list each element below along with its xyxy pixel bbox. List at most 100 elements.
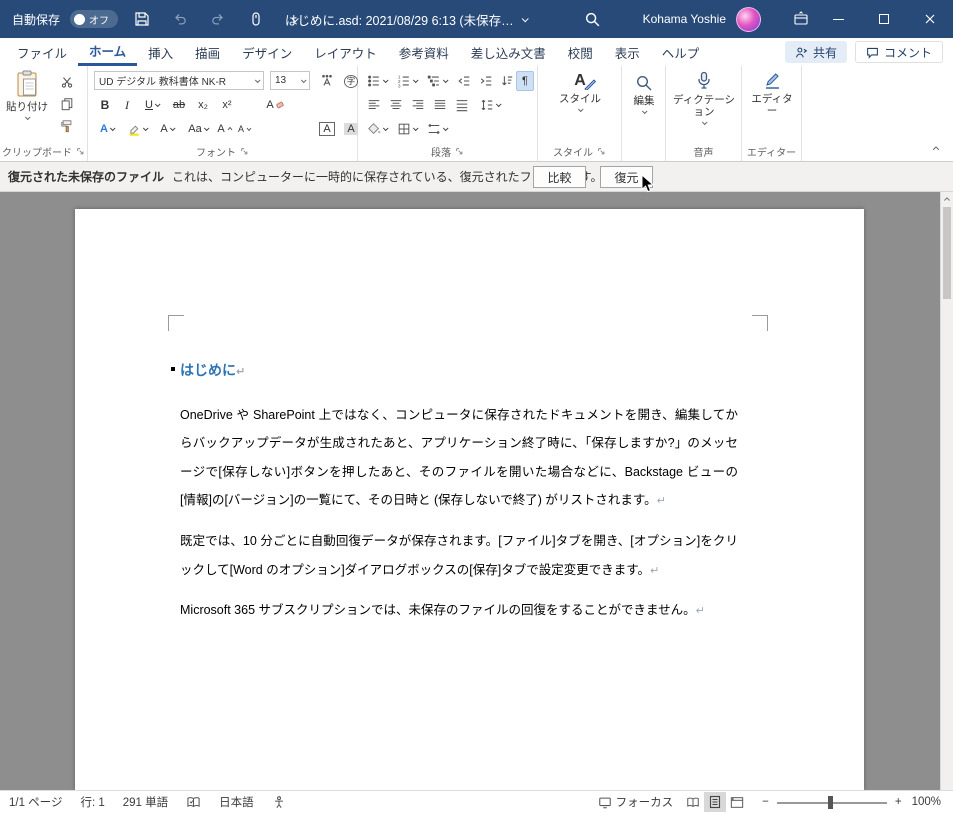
font-color-button[interactable]: A [154, 119, 180, 139]
tab-layout[interactable]: レイアウト [303, 38, 388, 66]
font-name-select[interactable]: UD デジタル 教科書体 NK-R [94, 71, 264, 90]
sort-button[interactable] [498, 71, 516, 91]
redo-button[interactable] [204, 5, 232, 33]
tab-review[interactable]: 校閲 [557, 38, 604, 66]
change-case-button[interactable]: Aa [184, 119, 212, 139]
accessibility-status[interactable] [263, 795, 295, 809]
touch-mouse-mode-button[interactable] [242, 5, 270, 33]
align-center-button[interactable] [386, 95, 406, 115]
paragraph[interactable]: Microsoft 365 サブスクリプションでは、未保存のファイルの回復をする… [180, 596, 738, 625]
align-left-button[interactable] [364, 95, 384, 115]
align-right-button[interactable] [408, 95, 428, 115]
editing-button[interactable]: 編集 [625, 74, 663, 115]
language-status[interactable]: 日本語 [210, 794, 263, 810]
maximize-button[interactable] [861, 0, 907, 38]
copy-button[interactable] [56, 94, 78, 114]
dialog-launcher-icon[interactable] [597, 147, 606, 156]
paste-button[interactable]: 貼り付け [4, 70, 50, 121]
comments-button[interactable]: コメント [854, 41, 943, 63]
share-button[interactable]: 共有 [784, 41, 847, 63]
increase-indent-button[interactable] [476, 71, 496, 91]
dialog-launcher-icon[interactable] [76, 147, 85, 156]
vertical-scrollbar[interactable] [940, 192, 953, 790]
minimize-button[interactable] [815, 0, 861, 38]
borders-button[interactable] [394, 119, 420, 139]
tab-home[interactable]: ホーム [78, 38, 138, 66]
cut-button[interactable] [56, 72, 78, 92]
bullets-button[interactable] [364, 71, 390, 91]
tab-draw[interactable]: 描画 [184, 38, 231, 66]
subscript-button[interactable]: x₂ [192, 95, 214, 115]
compare-button[interactable]: 比較 [533, 166, 586, 188]
text-effects-button[interactable]: A [94, 119, 120, 139]
clear-formatting-button[interactable]: A [264, 95, 286, 115]
close-button[interactable] [907, 0, 953, 38]
multilevel-list-button[interactable] [424, 71, 450, 91]
save-button[interactable] [128, 5, 156, 33]
styles-button[interactable]: A スタイル [546, 72, 614, 113]
grow-font-button[interactable]: A [216, 119, 234, 139]
scroll-up-button[interactable] [941, 192, 953, 206]
shading-button[interactable] [364, 119, 390, 139]
search-button[interactable] [578, 5, 606, 33]
avatar[interactable] [736, 6, 761, 32]
tab-references[interactable]: 参考資料 [388, 38, 460, 66]
tab-insert[interactable]: 挿入 [137, 38, 184, 66]
document-body[interactable]: OneDrive や SharePoint 上ではなく、コンピュータに保存された… [180, 401, 738, 637]
tab-view[interactable]: 表示 [604, 38, 651, 66]
shrink-font-button[interactable]: A [236, 119, 254, 139]
show-formatting-marks-button[interactable]: ¶ [516, 71, 534, 91]
word-count-status[interactable]: 291 単語 [114, 794, 177, 810]
justify-button[interactable] [430, 95, 450, 115]
font-size-select[interactable]: 13 [270, 71, 310, 90]
underline-button[interactable]: U [138, 95, 166, 115]
read-mode-button[interactable] [682, 792, 704, 812]
paragraph-text: OneDrive や SharePoint 上ではなく、コンピュータに保存された… [180, 408, 738, 508]
decrease-indent-button[interactable] [454, 71, 474, 91]
zoom-slider[interactable] [776, 792, 887, 812]
collapse-ribbon-button[interactable] [927, 140, 945, 155]
tab-design[interactable]: デザイン [231, 38, 303, 66]
numbering-button[interactable]: 123 [394, 71, 420, 91]
document-title[interactable]: はじめに.asd: 2021/08/29 6:13 (未保存… [285, 0, 529, 38]
tab-file[interactable]: ファイル [6, 38, 78, 66]
line-spacing-button[interactable] [476, 95, 504, 115]
print-layout-button[interactable] [704, 792, 727, 812]
paragraph[interactable]: 既定では、10 分ごとに自動回復データが保存されます。[ファイル]タブを開き、[… [180, 527, 738, 585]
format-painter-button[interactable] [56, 116, 78, 136]
paragraph[interactable]: OneDrive や SharePoint 上ではなく、コンピュータに保存された… [180, 401, 738, 516]
focus-mode-button[interactable]: フォーカス [589, 794, 683, 810]
strikethrough-button[interactable]: ab [168, 95, 190, 115]
superscript-button[interactable]: x² [216, 95, 238, 115]
scrollbar-thumb[interactable] [943, 207, 951, 299]
pilcrow-glyph: ¶ [522, 75, 528, 87]
dictation-button[interactable]: ディクテーション [672, 71, 736, 126]
undo-button[interactable] [166, 5, 194, 33]
dialog-launcher-icon[interactable] [455, 147, 464, 156]
dialog-launcher-icon[interactable] [240, 147, 249, 156]
document-page[interactable]: はじめに↵ OneDrive や SharePoint 上ではなく、コンピュータ… [75, 209, 864, 790]
tab-help[interactable]: ヘルプ [651, 38, 711, 66]
zoom-out-button[interactable]: − [748, 796, 773, 808]
distribute-button[interactable] [452, 95, 472, 115]
highlight-color-button[interactable] [124, 119, 150, 139]
proofing-status[interactable] [177, 795, 210, 809]
page-number-status[interactable]: 1/1 ページ [0, 794, 71, 810]
voice-group-label: 音声 [666, 144, 741, 159]
character-border-button[interactable]: A [316, 119, 338, 139]
document-heading[interactable]: はじめに↵ [171, 360, 245, 380]
phonetic-guide-button[interactable] [316, 71, 338, 91]
ribbon-display-options-button[interactable] [787, 5, 815, 33]
zoom-percentage[interactable]: 100% [906, 796, 953, 808]
magnifier-icon [636, 75, 652, 91]
zoom-thumb[interactable] [827, 796, 833, 809]
web-layout-button[interactable] [726, 792, 748, 812]
autosave-toggle[interactable]: オフ [70, 10, 119, 28]
line-number-status[interactable]: 行: 1 [71, 794, 113, 810]
italic-button[interactable]: I [116, 95, 138, 115]
distribute-characters-button[interactable] [424, 119, 450, 139]
tab-mailings[interactable]: 差し込み文書 [460, 38, 557, 66]
bold-button[interactable]: B [94, 95, 116, 115]
zoom-in-button[interactable]: + [891, 796, 906, 808]
editor-button[interactable]: エディター [747, 71, 797, 117]
